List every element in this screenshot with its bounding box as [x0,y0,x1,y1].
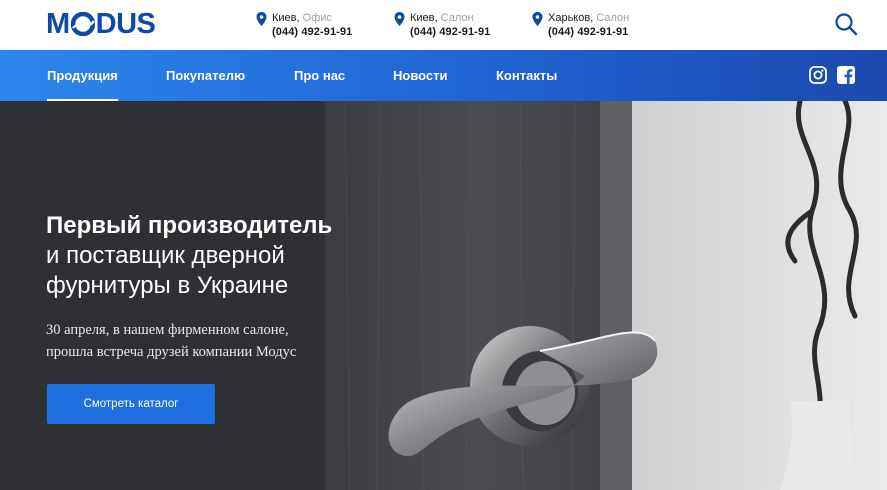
hero-title-line2: и поставщик дверной [46,242,285,269]
contact-phone[interactable]: (044) 492-91-91 [548,25,629,39]
contact-kiev-office: Киев, Офис (044) 492-91-91 [256,11,352,39]
map-pin-icon [532,12,543,26]
hero-subtitle-line1: 30 апреля, в нашем фирменном салоне, [46,322,289,338]
hero-subtitle-line2: прошла встреча друзей компании Модус [46,344,297,360]
contact-type: Офис [302,12,332,24]
contact-kharkiv-salon: Харьков, Салон (044) 492-91-91 [532,11,629,39]
facebook-icon[interactable] [837,66,855,84]
search-icon[interactable] [834,12,858,36]
contact-type: Салон [596,12,630,24]
contact-phone[interactable]: (044) 492-91-91 [272,25,352,39]
nav-item-contacts[interactable]: Контакты [496,50,557,101]
contact-phone[interactable]: (044) 492-91-91 [410,25,490,39]
hero-subtitle: 30 апреля, в нашем фирменном салоне, про… [46,319,376,363]
nav-item-buyers[interactable]: Покупателю [166,50,245,101]
hero-title-line3: фурнитуры в Украине [46,272,289,299]
map-pin-icon [394,12,405,26]
contact-type: Салон [440,12,474,24]
contact-city: Киев, [410,12,438,24]
top-bar: M DUS Киев, Офис (044) 492-91-91 Киев, Са… [0,0,887,50]
contact-city: Харьков, [548,12,594,24]
contact-kiev-salon: Киев, Салон (044) 492-91-91 [394,11,490,39]
hero-banner: Первый производитель и поставщик дверной… [0,101,887,490]
main-nav: Продукция Покупателю Про нас Новости Кон… [0,50,887,101]
hero-title-line1: Первый производитель [46,212,333,239]
logo-o-mark [70,12,95,36]
logo-wordmark: M DUS [46,8,156,40]
nav-item-news[interactable]: Новости [393,50,448,101]
hero-title: Первый производитель и поставщик дверной… [46,211,376,301]
contact-city: Киев, [272,12,300,24]
nav-item-products[interactable]: Продукция [47,50,118,101]
view-catalog-button[interactable]: Смотреть каталог [47,384,215,424]
nav-item-about[interactable]: Про нас [294,50,345,101]
instagram-icon[interactable] [809,66,827,84]
brand-logo[interactable]: M DUS [46,8,156,40]
map-pin-icon [256,12,267,26]
